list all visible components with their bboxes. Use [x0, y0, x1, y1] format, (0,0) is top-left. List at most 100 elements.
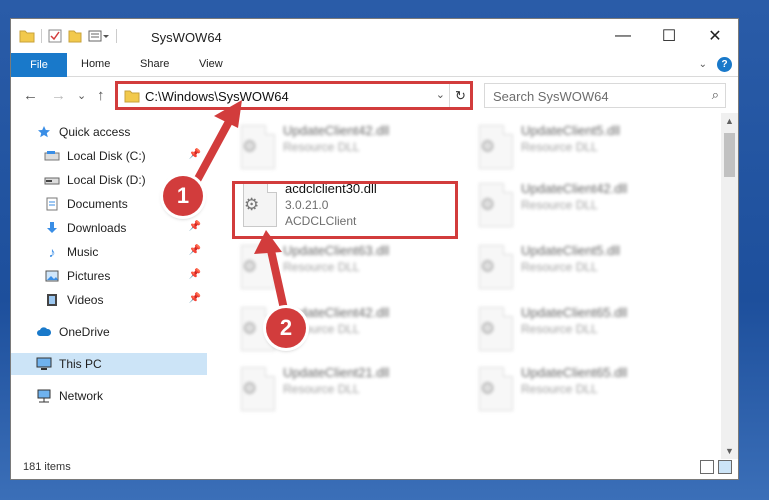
file-name: UpdateClient65.dll	[521, 365, 628, 380]
tab-share[interactable]: Share	[140, 58, 169, 70]
sidebar-item-label: Local Disk (D:)	[67, 173, 146, 187]
file-item[interactable]: ⚙ UpdateClient65.dll Resource DLL	[473, 363, 703, 421]
gear-icon: ⚙	[242, 137, 258, 156]
file-item[interactable]: ⚙ UpdateClient65.dll Resource DLL	[473, 303, 703, 361]
file-name: UpdateClient5.dll	[521, 243, 621, 258]
sidebar-item-music[interactable]: ♪ Music 📌	[11, 241, 207, 263]
gear-icon: ⚙	[480, 137, 496, 156]
vertical-scrollbar[interactable]: ▲ ▼	[721, 113, 738, 459]
properties-icon[interactable]	[48, 29, 62, 43]
explorer-window: SysWOW64 — ☐ ✕ File Home Share View ⌄ ? …	[10, 18, 739, 480]
sidebar-item-label: Quick access	[59, 125, 131, 139]
sidebar-item-videos[interactable]: Videos 📌	[11, 289, 207, 311]
sidebar-item-downloads[interactable]: Downloads 📌	[11, 217, 207, 239]
sidebar-item-onedrive[interactable]: OneDrive	[11, 321, 207, 343]
download-icon	[43, 220, 61, 236]
sidebar-item-label: This PC	[59, 357, 102, 371]
file-highlight-box	[232, 181, 458, 239]
step-2-badge: 2	[266, 308, 306, 348]
sidebar-item-label: Pictures	[67, 269, 111, 283]
file-item[interactable]: ⚙ UpdateClient42.dll Resource DLL	[235, 121, 465, 179]
scrollbar-thumb[interactable]	[724, 133, 735, 177]
gear-icon: ⚙	[480, 195, 496, 214]
file-description: Resource DLL	[521, 140, 598, 154]
file-item[interactable]: ⚙ UpdateClient5.dll Resource DLL	[473, 241, 703, 299]
sidebar-item-local-disk-c[interactable]: Local Disk (C:) 📌	[11, 145, 207, 167]
file-name: UpdateClient42.dll	[521, 181, 628, 196]
drive-icon	[43, 172, 61, 188]
maximize-button[interactable]: ☐	[646, 19, 692, 53]
file-description: Resource DLL	[521, 198, 598, 212]
back-button[interactable]: ←	[23, 87, 38, 104]
gear-icon: ⚙	[242, 319, 258, 338]
file-name: UpdateClient5.dll	[521, 123, 621, 138]
network-icon	[35, 388, 53, 404]
view-switcher	[700, 460, 732, 474]
file-description: Resource DLL	[283, 260, 360, 274]
drive-icon	[43, 148, 61, 164]
status-bar: 181 items	[11, 457, 738, 479]
recent-locations-button[interactable]: ⌄	[77, 89, 86, 102]
file-item[interactable]: ⚙ UpdateClient42.dll Resource DLL	[473, 179, 703, 237]
sidebar-item-label: Downloads	[67, 221, 127, 235]
sidebar-item-pictures[interactable]: Pictures 📌	[11, 265, 207, 287]
pictures-icon	[43, 268, 61, 284]
gear-icon: ⚙	[480, 379, 496, 398]
videos-icon	[43, 292, 61, 308]
cloud-icon	[35, 324, 53, 340]
window-title: SysWOW64	[151, 30, 222, 45]
ribbon-tabs: File Home Share View ⌄ ?	[11, 53, 738, 77]
file-item[interactable]: ⚙ UpdateClient63.dll Resource DLL	[235, 241, 465, 299]
customize-icon[interactable]	[88, 29, 110, 43]
sidebar-item-this-pc[interactable]: This PC	[11, 353, 207, 375]
new-folder-icon[interactable]	[68, 29, 82, 43]
search-input[interactable]: Search SysWOW64 ⌕	[484, 83, 726, 108]
gear-icon: ⚙	[242, 379, 258, 398]
scroll-up-icon[interactable]: ▲	[721, 113, 738, 129]
sidebar-item-quick-access[interactable]: Quick access	[11, 121, 207, 143]
file-item[interactable]: ⚙ UpdateClient5.dll Resource DLL	[473, 121, 703, 179]
file-item[interactable]: ⚙ UpdateClient21.dll Resource DLL	[235, 363, 465, 421]
file-name: UpdateClient42.dll	[283, 123, 390, 138]
search-placeholder: Search SysWOW64	[493, 89, 609, 104]
details-view-icon[interactable]	[700, 460, 714, 474]
sidebar-item-network[interactable]: Network	[11, 385, 207, 407]
tab-file[interactable]: File	[11, 53, 67, 77]
close-button[interactable]: ✕	[692, 19, 738, 53]
quick-access-toolbar	[19, 29, 117, 43]
gear-icon: ⚙	[242, 257, 258, 276]
up-button[interactable]: ↑	[97, 87, 105, 104]
file-name: UpdateClient65.dll	[521, 305, 628, 320]
minimize-button[interactable]: —	[600, 19, 646, 53]
pin-icon: 📌	[188, 149, 201, 160]
tab-view[interactable]: View	[199, 58, 223, 70]
file-list: ⚙ UpdateClient42.dll Resource DLL ⚙ Upda…	[217, 113, 723, 457]
music-icon: ♪	[48, 244, 56, 260]
expand-ribbon-icon[interactable]: ⌄	[699, 59, 707, 70]
ribbon-right: ⌄ ?	[699, 57, 732, 72]
address-highlight-box	[115, 81, 473, 110]
pin-icon: 📌	[188, 245, 201, 256]
pin-icon: 📌	[188, 269, 201, 280]
large-icons-view-icon[interactable]	[718, 460, 732, 474]
sidebar-item-label: Documents	[67, 197, 128, 211]
file-description: Resource DLL	[283, 140, 360, 154]
help-icon[interactable]: ?	[717, 57, 732, 72]
computer-icon	[35, 356, 53, 372]
file-description: Resource DLL	[521, 260, 598, 274]
documents-icon	[43, 196, 61, 212]
navigation-bar: ← → ⌄ ↑ C:\Windows\SysWOW64 ⌄ ↻ Search S…	[11, 81, 738, 111]
toolbar-divider	[116, 29, 117, 43]
sidebar-item-label: Local Disk (C:)	[67, 149, 146, 163]
forward-button[interactable]: →	[51, 87, 66, 104]
file-name: UpdateClient21.dll	[283, 365, 390, 380]
tab-home[interactable]: Home	[81, 58, 110, 70]
item-count: 181 items	[23, 461, 71, 473]
star-icon	[35, 124, 53, 140]
window-controls: — ☐ ✕	[600, 19, 738, 53]
file-description: Resource DLL	[521, 382, 598, 396]
folder-icon[interactable]	[19, 29, 35, 43]
search-icon[interactable]: ⌕	[712, 87, 719, 103]
navigation-pane: Quick access Local Disk (C:) 📌 Local Dis…	[11, 119, 207, 459]
pin-icon: 📌	[188, 221, 201, 232]
